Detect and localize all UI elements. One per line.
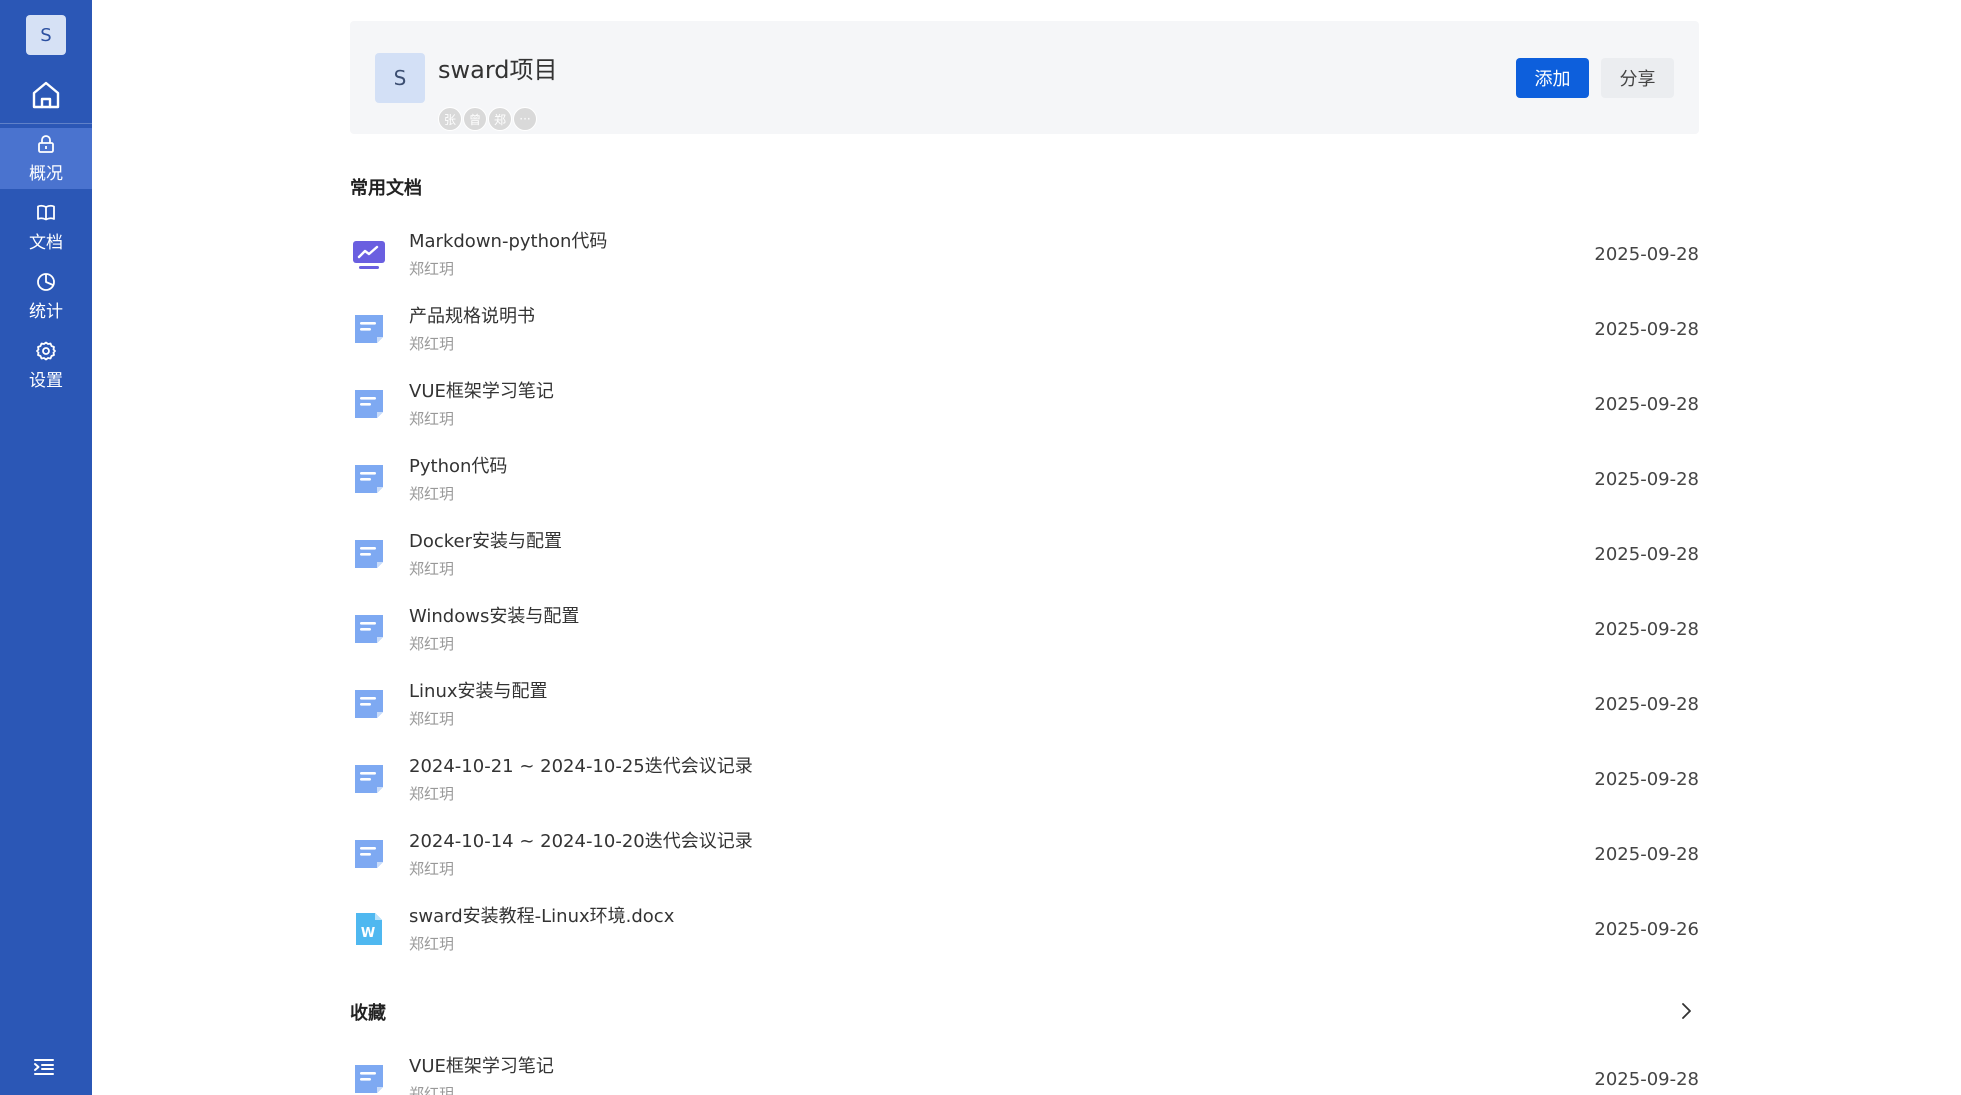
doc-title[interactable]: Python代码 (409, 452, 507, 478)
pie-chart-icon (37, 273, 55, 291)
doc-icon (351, 761, 387, 797)
avatar: 张 (438, 107, 462, 131)
doc-title[interactable]: VUE框架学习笔记 (409, 377, 554, 403)
list-item[interactable]: 2024-10-21 ~ 2024-10-25迭代会议记录郑红玥 2025-09-… (350, 742, 1699, 817)
doc-date: 2025-09-28 (1594, 844, 1699, 865)
list-item[interactable]: VUE框架学习笔记郑红玥 2025-09-28 (350, 1042, 1699, 1095)
list-item[interactable]: Python代码郑红玥 2025-09-28 (350, 442, 1699, 517)
chevron-right-icon (1682, 1003, 1691, 1019)
doc-title[interactable]: Docker安装与配置 (409, 527, 562, 553)
member-avatars[interactable]: 张 曾 郑 ··· (438, 107, 538, 131)
gear-icon (36, 341, 56, 361)
doc-date: 2025-09-28 (1594, 469, 1699, 490)
lock-icon (38, 135, 54, 153)
favorites-more-button[interactable] (1673, 998, 1699, 1024)
doc-icon (351, 386, 387, 422)
doc-author: 郑红玥 (409, 260, 455, 278)
doc-icon (351, 611, 387, 647)
doc-icon (351, 836, 387, 872)
doc-date: 2025-09-28 (1594, 619, 1699, 640)
doc-title[interactable]: Windows安装与配置 (409, 602, 579, 628)
word-file-icon: W (351, 911, 387, 947)
doc-author: 郑红玥 (409, 785, 455, 803)
app-root: S 概况 文档 统计 设置 S sward项目 张 曾 郑 ··· 添加 分享 … (0, 0, 1961, 1095)
list-item[interactable]: 产品规格说明书郑红玥 2025-09-28 (350, 292, 1699, 367)
home-button[interactable] (0, 75, 92, 115)
doc-title[interactable]: 2024-10-14 ~ 2024-10-20迭代会议记录 (409, 827, 753, 853)
sidebar-item-label: 文档 (29, 233, 63, 253)
main-content: S sward项目 张 曾 郑 ··· 添加 分享 常用文档 Markdown-… (350, 0, 1699, 1095)
doc-title[interactable]: sward安装教程-Linux环境.docx (409, 902, 674, 928)
sidebar-item-docs[interactable]: 文档 (0, 197, 92, 258)
doc-title[interactable]: Markdown-python代码 (409, 227, 607, 253)
workspace-avatar[interactable]: S (26, 15, 66, 55)
section-title-recent: 常用文档 (350, 178, 422, 199)
list-item[interactable]: Docker安装与配置郑红玥 2025-09-28 (350, 517, 1699, 592)
avatar: 曾 (463, 107, 487, 131)
svg-text:W: W (361, 926, 375, 941)
doc-title[interactable]: 产品规格说明书 (409, 302, 535, 328)
share-button[interactable]: 分享 (1601, 58, 1674, 98)
doc-author: 郑红玥 (409, 335, 455, 353)
doc-icon (351, 461, 387, 497)
doc-author: 郑红玥 (409, 485, 455, 503)
doc-date: 2025-09-28 (1594, 319, 1699, 340)
doc-date: 2025-09-28 (1594, 544, 1699, 565)
doc-date: 2025-09-28 (1594, 769, 1699, 790)
doc-icon (351, 1061, 387, 1095)
section-title-favorites: 收藏 (350, 1003, 386, 1024)
list-item[interactable]: Markdown-python代码郑红玥 2025-09-28 (350, 217, 1699, 292)
doc-title[interactable]: VUE框架学习笔记 (409, 1052, 554, 1078)
collapse-sidebar-button[interactable] (30, 1053, 58, 1081)
list-item[interactable]: 2024-10-14 ~ 2024-10-20迭代会议记录郑红玥 2025-09-… (350, 817, 1699, 892)
list-item[interactable]: VUE框架学习笔记郑红玥 2025-09-28 (350, 367, 1699, 442)
sidebar-item-label: 设置 (29, 371, 63, 391)
recent-doc-list: Markdown-python代码 郑红玥 2025-09-28 产品规格说明书 郑红玥… (350, 217, 1699, 967)
sidebar-item-overview[interactable]: 概况 (0, 128, 92, 189)
project-title: sward项目 (438, 56, 558, 84)
indent-menu-icon (34, 1059, 54, 1075)
favorites-doc-list: VUE框架学习笔记郑红玥 2025-09-28 (350, 1042, 1699, 1095)
sidebar-item-label: 概况 (29, 164, 63, 184)
doc-author: 郑红玥 (409, 860, 455, 878)
home-icon (32, 81, 60, 109)
doc-date: 2025-09-28 (1594, 694, 1699, 715)
doc-author: 郑红玥 (409, 560, 455, 578)
list-item[interactable]: Windows安装与配置郑红玥 2025-09-28 (350, 592, 1699, 667)
project-avatar: S (375, 53, 425, 103)
doc-author: 郑红玥 (409, 935, 455, 953)
list-item[interactable]: Linux安装与配置郑红玥 2025-09-28 (350, 667, 1699, 742)
doc-icon (351, 686, 387, 722)
more-members-avatar[interactable]: ··· (513, 107, 537, 131)
doc-date: 2025-09-26 (1594, 919, 1699, 940)
sidebar-item-settings[interactable]: 设置 (0, 335, 92, 396)
sidebar-item-label: 统计 (29, 302, 63, 322)
sidebar-nav: 概况 文档 统计 设置 (0, 128, 92, 396)
book-icon (37, 204, 55, 221)
doc-author: 郑红玥 (409, 410, 455, 428)
doc-title[interactable]: Linux安装与配置 (409, 677, 548, 703)
doc-author: 郑红玥 (409, 1085, 455, 1095)
sidebar-item-stats[interactable]: 统计 (0, 266, 92, 327)
doc-date: 2025-09-28 (1594, 244, 1699, 265)
sidebar-divider (0, 123, 92, 124)
project-header: S sward项目 张 曾 郑 ··· 添加 分享 (350, 21, 1699, 134)
avatar: 郑 (488, 107, 512, 131)
doc-date: 2025-09-28 (1594, 1069, 1699, 1090)
doc-title[interactable]: 2024-10-21 ~ 2024-10-25迭代会议记录 (409, 752, 753, 778)
doc-author: 郑红玥 (409, 710, 455, 728)
doc-icon (351, 536, 387, 572)
add-button[interactable]: 添加 (1516, 58, 1589, 98)
markdown-doc-icon (351, 236, 387, 272)
sidebar: S 概况 文档 统计 设置 (0, 0, 92, 1095)
doc-icon (351, 311, 387, 347)
doc-date: 2025-09-28 (1594, 394, 1699, 415)
doc-author: 郑红玥 (409, 635, 455, 653)
list-item[interactable]: Wsward安装教程-Linux环境.docx 郑红玥 2025-09-26 (350, 892, 1699, 967)
